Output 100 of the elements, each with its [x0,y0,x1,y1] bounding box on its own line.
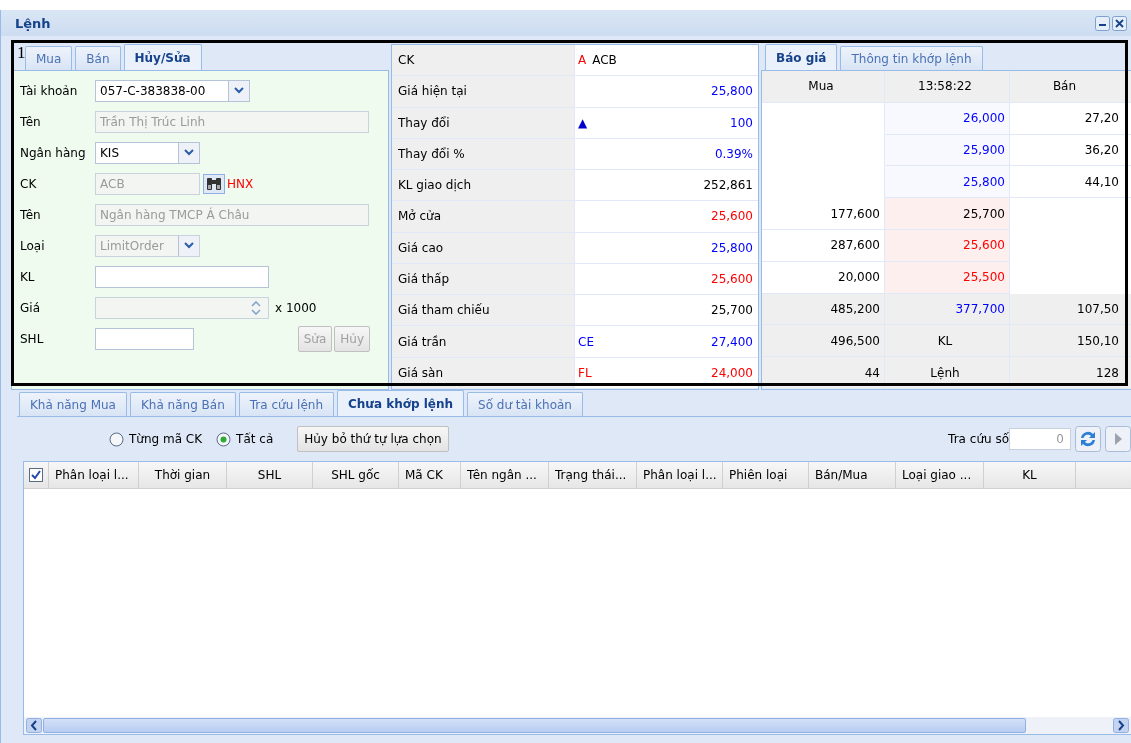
section-tab[interactable]: Số dư tài khoản [467,392,583,416]
info-label: Giá trần [392,326,575,357]
field-label: CK [20,176,38,191]
info-value: 25,600 [711,272,753,286]
binoculars-icon[interactable] [203,173,225,194]
info-value: 252,861 [703,178,753,193]
column-header[interactable]: SHL [227,462,313,488]
quote-cell: 25,700 [963,206,1005,221]
quote-tab[interactable]: Thông tin khớp lệnh [840,46,983,70]
status-marker: FL [578,365,592,380]
info-value: 24,000 [711,365,753,380]
quote-cell: KL [937,333,953,348]
quote-tab[interactable]: Báo giá [765,44,838,70]
quote-cell: 377,700 [955,301,1005,316]
quote-cell: 44 [864,365,880,380]
column-header[interactable]: Tên ngân ... [461,462,549,488]
info-label: Giá thấp [392,263,575,295]
quote-cell: 27,20 [1084,111,1119,126]
quote-cell: 177,600 [830,206,880,221]
order-tab[interactable]: Hủy/Sửa [123,44,202,70]
info-value: 100 [730,115,753,130]
quote-cell: 496,500 [830,333,880,348]
section-tab[interactable]: Khả năng Bán [129,392,236,416]
quote-cell: 26,000 [963,111,1005,126]
section-tab[interactable]: Khả năng Mua [19,392,127,416]
status-marker: A [578,53,587,68]
quote-cell: 128 [1096,365,1119,380]
field-label: SHL [20,331,45,346]
quote-cell: 44,10 [1084,174,1119,189]
quote-cell: Lệnh [930,365,960,380]
order-tab[interactable]: Mua [25,46,73,70]
quote-cell: 150,10 [1077,333,1119,348]
column-header[interactable]: Trạng thái... [549,462,637,488]
info-label: CK [392,45,575,76]
field-label: KL [20,269,36,284]
quote-cell: 287,600 [830,238,880,253]
refresh-icon[interactable] [1075,426,1101,452]
unit-label: x 1000 [275,300,317,315]
field-label: Giá [20,300,41,315]
info-value: 25,700 [711,303,753,318]
window-title: Lệnh [15,15,51,31]
select-all-checkbox[interactable] [29,468,43,482]
dropdown-field[interactable]: KIS [95,141,200,164]
info-label: Giá tham chiếu [392,295,575,326]
quote-cell: 36,20 [1084,143,1119,157]
column-header[interactable]: Bán/Mua [809,462,896,488]
annotation-number: 1 [17,43,26,63]
chevron-down-icon [184,149,194,156]
column-header[interactable]: Phiên loại [723,462,809,488]
section-tab[interactable]: Tra cứu lệnh [238,392,334,416]
radio-label: Tất cả [236,432,274,446]
radio-button[interactable] [216,431,232,447]
info-value: 25,800 [711,240,753,255]
radio-label: Từng mã CK [129,432,203,446]
quote-cell: 25,500 [963,270,1005,285]
column-header[interactable]: KL [984,462,1076,488]
exchange-label: HNX [227,176,254,191]
quote-cell: 25,800 [963,174,1005,189]
field-label: Ngân hàng [20,145,87,160]
info-value: 0.39% [714,146,753,161]
column-header[interactable]: Loại giao ... [896,462,984,488]
quote-cell: 485,200 [830,301,880,316]
column-header[interactable]: Phân loại l... [637,462,723,488]
info-value: 27,400 [711,334,753,349]
quote-cell: 107,50 [1077,301,1119,316]
field-label: Loại [20,238,46,253]
input-field[interactable] [95,327,194,350]
info-value: 25,600 [711,209,753,224]
info-label: Thay đổi % [392,138,575,170]
status-marker: CE [578,334,594,349]
column-header[interactable]: Thời gian [139,462,227,488]
column-header[interactable]: SHL gốc [313,462,399,488]
chevron-down-icon [234,87,244,94]
column-header[interactable]: Phân loại l... [49,462,139,488]
dropdown-field[interactable]: 057-C-383838-00 [95,79,250,102]
field-label: Tài khoản [20,83,79,98]
info-value: 25,800 [711,84,753,99]
column-header: Bán [1010,71,1131,103]
input-field[interactable] [95,265,269,288]
scroll-left-icon[interactable] [26,718,42,733]
column-header: 13:58:22 [885,71,1010,103]
column-header: Mua [762,71,885,103]
clear-order-button[interactable]: Hủy bỏ thứ tự lựa chọn [297,426,449,452]
radio-button[interactable] [109,431,124,447]
info-label: KL giao dịch [392,170,575,201]
quote-cell: 25,600 [963,238,1005,253]
field-label: Tên [20,114,42,129]
close-icon[interactable] [1112,15,1127,31]
horizontal-scrollbar[interactable] [24,717,1131,734]
quote-cell: 25,900 [963,143,1005,157]
info-label: Giá cao [392,232,575,263]
lookup-label: Tra cứu số [948,432,1009,446]
order-tab[interactable]: Bán [75,46,121,70]
quote-cell: 20,000 [838,270,880,285]
minimize-icon[interactable] [1095,15,1110,31]
section-tab[interactable]: Chưa khớp lệnh [337,390,465,416]
info-label: Thay đổi [392,107,575,138]
scroll-right-icon[interactable] [1113,718,1129,733]
chevron-down-icon [184,242,194,249]
column-header[interactable]: Mã CK [399,462,461,488]
